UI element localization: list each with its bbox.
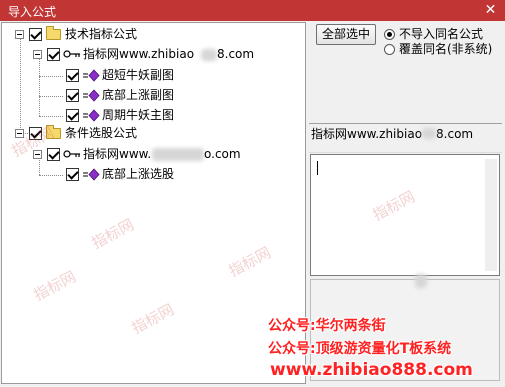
- collapse-icon[interactable]: [33, 150, 42, 159]
- radio-selected-icon[interactable]: [384, 29, 395, 40]
- watermark-text: 指标网: [128, 300, 177, 338]
- text-caret: [317, 161, 318, 175]
- promo-website: www.zhibiao888.com: [270, 360, 473, 380]
- tree-node-stock-selection[interactable]: 条件选股公式: [2, 125, 202, 142]
- source-label-suffix: 8.com: [436, 127, 474, 141]
- folder-icon: [46, 125, 61, 139]
- tree-node-technical-indicators[interactable]: 技术指标公式: [2, 26, 202, 43]
- radio-label: 覆盖同名(非系统): [399, 42, 493, 56]
- title-bar: 导入公式 ✕: [0, 0, 505, 21]
- tree-node-label: 指标网www.: [83, 147, 152, 161]
- tree-node-formula[interactable]: 超短牛妖副图: [2, 67, 202, 84]
- collapse-icon[interactable]: [33, 50, 42, 59]
- watermark-text: 指标网: [225, 243, 274, 281]
- tree-node-site-2[interactable]: 指标网www. o.com: [2, 146, 262, 163]
- collapse-icon[interactable]: [15, 129, 24, 138]
- promo-line-1: 公众号:华尔两条街: [268, 318, 386, 334]
- formula-icon: [83, 69, 100, 82]
- watermark-text: 指标网: [369, 187, 418, 225]
- checkbox-checked-icon[interactable]: [66, 109, 79, 122]
- promo-line-2: 公众号:顶级游资量化T板系统: [268, 341, 452, 357]
- tree-node-formula[interactable]: 底部上涨副图: [2, 87, 202, 104]
- close-icon[interactable]: ✕: [482, 2, 499, 19]
- import-formula-dialog: 导入公式 ✕ 技术指标公式 指标网www.zhibiao 8.com 超短牛妖副…: [0, 0, 505, 387]
- scrollbar[interactable]: [485, 159, 497, 271]
- checkbox-checked-icon[interactable]: [66, 69, 79, 82]
- tree-node-label: 周期牛妖主图: [102, 108, 175, 122]
- tree-node-formula[interactable]: 周期牛妖主图: [2, 107, 202, 124]
- watermark-text: 指标网: [88, 215, 137, 253]
- tree-node-label-suffix: o.com: [204, 147, 241, 161]
- watermark-text: 指标网: [30, 267, 79, 305]
- checkbox-checked-icon[interactable]: [47, 148, 60, 161]
- tree-node-label: 底部上涨选股: [102, 167, 175, 181]
- radio-unselected-icon[interactable]: [384, 44, 395, 55]
- tree-node-label: 超短牛妖副图: [102, 68, 175, 82]
- tree-node-label: 底部上涨副图: [102, 88, 175, 102]
- select-all-button[interactable]: 全部选中: [316, 24, 376, 45]
- key-icon: [63, 150, 80, 158]
- checkbox-checked-icon[interactable]: [66, 168, 79, 181]
- key-icon: [63, 50, 80, 58]
- tree-node-label: 指标网www.zhibiao: [83, 47, 195, 61]
- formula-icon: [83, 89, 100, 102]
- tree-node-label-suffix: 8.com: [217, 47, 255, 61]
- formula-icon: [83, 168, 100, 181]
- tree-node-site-1[interactable]: 指标网www.zhibiao 8.com: [2, 46, 262, 63]
- selected-formula-source: 指标网www.zhibiao 8.com: [309, 123, 502, 153]
- checkbox-checked-icon[interactable]: [47, 48, 60, 61]
- formula-description-textarea[interactable]: 指标网: [310, 154, 500, 276]
- radio-label: 不导入同名公式: [399, 27, 484, 41]
- tree-node-formula[interactable]: 底部上涨选股: [2, 166, 202, 183]
- formula-tree[interactable]: 技术指标公式 指标网www.zhibiao 8.com 超短牛妖副图 底部上涨副…: [1, 22, 306, 384]
- tree-node-label: 技术指标公式: [65, 27, 138, 41]
- checkbox-checked-icon[interactable]: [66, 89, 79, 102]
- radio-no-import-same-name[interactable]: 不导入同名公式: [384, 27, 502, 42]
- folder-icon: [46, 26, 61, 40]
- tree-node-label: 条件选股公式: [65, 126, 138, 140]
- formula-icon: [83, 109, 100, 122]
- collapse-icon[interactable]: [15, 30, 24, 39]
- radio-overwrite-same-name[interactable]: 覆盖同名(非系统): [384, 42, 502, 57]
- checkbox-checked-icon[interactable]: [29, 28, 42, 41]
- source-label: 指标网www.zhibiao: [311, 127, 423, 141]
- checkbox-checked-icon[interactable]: [29, 127, 42, 140]
- window-title: 导入公式: [8, 5, 57, 19]
